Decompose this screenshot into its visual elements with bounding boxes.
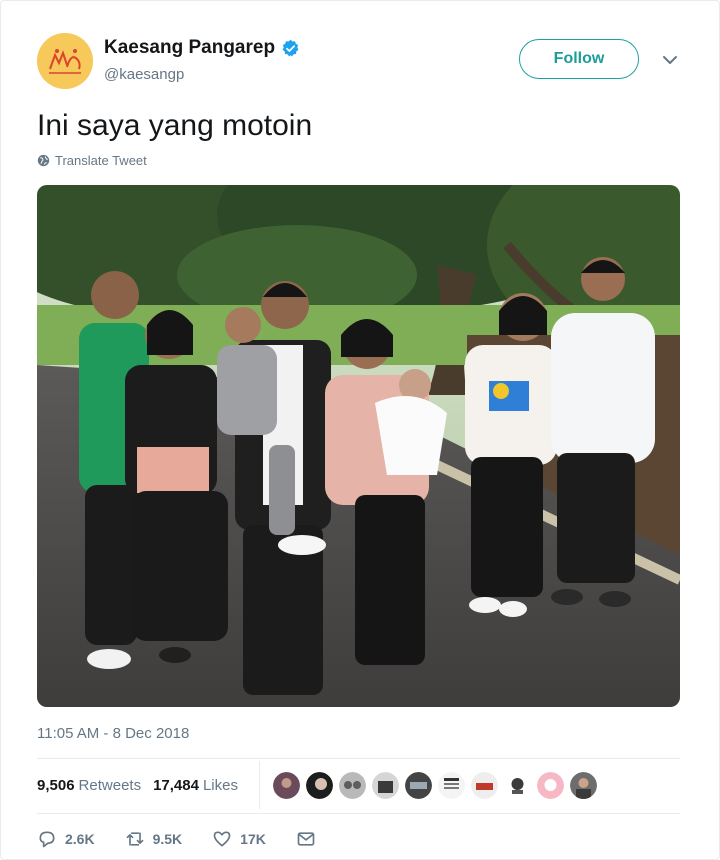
liker-avatar[interactable]	[537, 772, 564, 799]
follow-button[interactable]: Follow	[519, 39, 639, 79]
verified-icon	[282, 39, 299, 56]
likes-label: Likes	[202, 777, 238, 794]
reply-icon	[39, 831, 55, 848]
retweets-count: 9,506	[37, 777, 75, 794]
globe-icon	[37, 154, 50, 167]
divider	[37, 813, 680, 814]
retweets-label: Retweets	[78, 777, 142, 794]
likes-count: 17,484	[153, 777, 199, 794]
liker-avatar[interactable]	[438, 772, 465, 799]
liker-avatar[interactable]	[306, 772, 333, 799]
liker-avatar[interactable]	[372, 772, 399, 799]
liker-avatars	[273, 772, 597, 799]
tweet-actions: 2.6K 9.5K 17K	[37, 829, 346, 849]
avatar[interactable]	[37, 33, 93, 89]
retweets-stat[interactable]: 9,506 Retweets	[37, 777, 141, 794]
user-name-row[interactable]: Kaesang Pangarep	[104, 37, 300, 59]
like-count: 17K	[240, 831, 266, 847]
reply-button[interactable]: 2.6K	[37, 829, 95, 849]
like-button[interactable]: 17K	[212, 829, 266, 849]
liker-avatar[interactable]	[273, 772, 300, 799]
liker-avatar[interactable]	[504, 772, 531, 799]
message-icon	[297, 832, 315, 846]
stats-separator	[259, 761, 260, 809]
retweet-icon	[126, 832, 143, 846]
liker-avatar[interactable]	[471, 772, 498, 799]
retweet-button[interactable]: 9.5K	[125, 829, 183, 849]
likes-stat[interactable]: 17,484 Likes	[153, 777, 238, 794]
display-name[interactable]: Kaesang Pangarep	[104, 37, 275, 59]
reply-count: 2.6K	[65, 831, 95, 847]
chevron-down-icon[interactable]	[661, 51, 679, 69]
like-icon	[213, 831, 231, 847]
tweet-text: Ini saya yang motoin	[37, 109, 313, 142]
retweet-count: 9.5K	[152, 831, 183, 847]
tweet-photo[interactable]	[37, 185, 680, 707]
tweet-timestamp[interactable]: 11:05 AM - 8 Dec 2018	[37, 725, 189, 742]
user-handle[interactable]: @kaesangp	[104, 66, 184, 83]
divider	[37, 758, 680, 759]
liker-avatar[interactable]	[405, 772, 432, 799]
translate-label[interactable]: Translate Tweet	[55, 153, 147, 168]
liker-avatar[interactable]	[570, 772, 597, 799]
tweet-card: Kaesang Pangarep @kaesangp Follow Ini sa…	[0, 0, 720, 860]
tweet-stats: 9,506 Retweets 17,484 Likes	[37, 777, 250, 794]
liker-avatar[interactable]	[339, 772, 366, 799]
translate-tweet-link[interactable]: Translate Tweet	[37, 153, 147, 168]
direct-message-button[interactable]	[296, 829, 316, 849]
